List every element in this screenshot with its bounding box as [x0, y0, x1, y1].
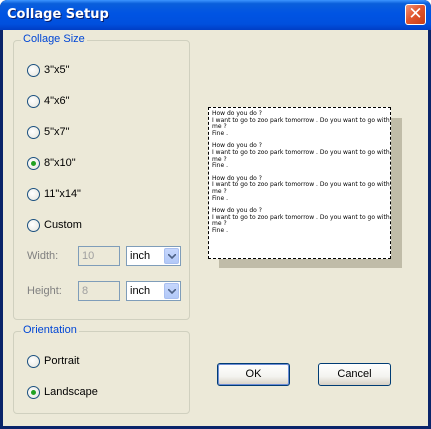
- height-label: Height:: [27, 285, 62, 297]
- size-option-4x6[interactable]: 4"x6": [27, 94, 70, 108]
- ok-button[interactable]: OK: [217, 363, 290, 386]
- width-field[interactable]: 10: [78, 246, 120, 266]
- orientation-portrait[interactable]: Portrait: [27, 354, 79, 368]
- title-bar[interactable]: Collage Setup ✕: [0, 0, 431, 30]
- radio-circle-checked: [27, 156, 40, 170]
- preview-text-block: How do you do ? I want to go to zoo park…: [212, 207, 390, 234]
- preview-text-block: How do you do ? I want to go to zoo park…: [212, 110, 390, 137]
- size-option-5x7[interactable]: 5"x7": [27, 125, 70, 139]
- orientation-option-label: Portrait: [44, 355, 80, 367]
- cancel-button[interactable]: Cancel: [318, 363, 391, 386]
- size-option-label: Custom: [44, 219, 82, 231]
- size-option-11x14[interactable]: 11"x14": [27, 187, 81, 201]
- orientation-group-label: Orientation: [21, 324, 79, 336]
- collage-preview: How do you do ? I want to go to zoo park…: [208, 107, 391, 259]
- close-button[interactable]: ✕: [405, 4, 426, 25]
- collage-setup-dialog: Collage Setup ✕ Collage Size 3"x5" 4"x6"…: [0, 0, 431, 429]
- collage-size-group: Collage Size 3"x5" 4"x6" 5"x7" 8"x10" 11…: [13, 33, 190, 320]
- window-title: Collage Setup: [7, 7, 109, 22]
- width-unit-select[interactable]: inch: [126, 246, 181, 266]
- size-option-3x5[interactable]: 3"x5": [27, 63, 70, 77]
- radio-circle: [27, 125, 40, 139]
- collage-size-group-label: Collage Size: [21, 33, 87, 45]
- radio-circle: [27, 63, 40, 77]
- size-option-label: 5"x7": [44, 126, 70, 138]
- size-option-label: 11"x14": [44, 188, 81, 200]
- preview-text-block: How do you do ? I want to go to zoo park…: [212, 174, 390, 202]
- radio-circle-checked: [27, 385, 40, 399]
- size-option-label: 3"x5": [44, 64, 70, 76]
- chevron-down-icon[interactable]: [164, 248, 179, 264]
- size-option-label: 8"x10": [44, 157, 76, 169]
- preview-text-block: How do you do ? I want to go to zoo park…: [212, 142, 390, 170]
- chevron-down-icon[interactable]: [164, 283, 179, 299]
- radio-circle: [27, 94, 40, 108]
- size-option-custom[interactable]: Custom: [27, 218, 82, 232]
- size-option-8x10[interactable]: 8"x10": [27, 156, 76, 170]
- radio-circle: [27, 187, 40, 201]
- orientation-landscape[interactable]: Landscape: [27, 385, 98, 399]
- orientation-option-label: Landscape: [44, 386, 98, 398]
- cancel-button-label: Cancel: [337, 368, 372, 380]
- close-icon: ✕: [408, 4, 423, 24]
- orientation-group: Orientation Portrait Landscape: [13, 324, 190, 414]
- width-label: Width:: [27, 250, 59, 262]
- size-option-label: 4"x6": [44, 95, 70, 107]
- width-unit-value: inch: [130, 250, 151, 262]
- height-field[interactable]: 8: [78, 281, 120, 301]
- height-unit-select[interactable]: inch: [126, 281, 181, 301]
- height-unit-value: inch: [130, 285, 151, 297]
- radio-circle: [27, 354, 40, 368]
- radio-circle: [27, 218, 40, 232]
- ok-button-label: OK: [245, 368, 262, 380]
- dialog-body: Collage Size 3"x5" 4"x6" 5"x7" 8"x10" 11…: [3, 30, 428, 426]
